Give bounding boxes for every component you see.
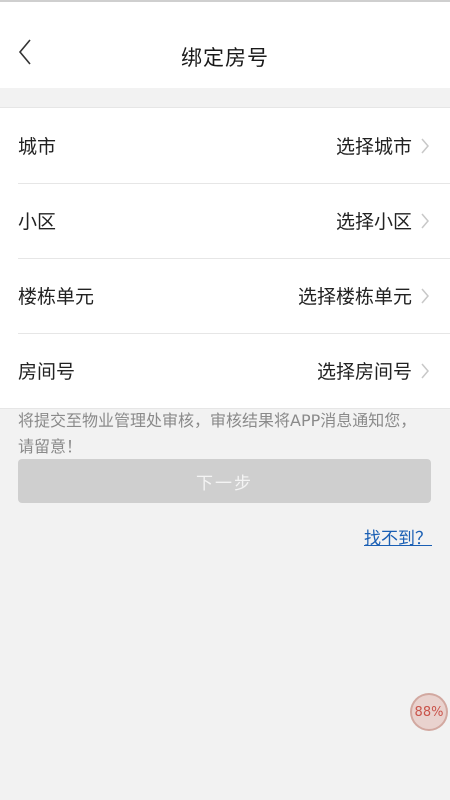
row-city[interactable]: 城市 选择城市 — [0, 108, 450, 183]
row-label: 小区 — [18, 211, 57, 233]
row-community[interactable]: 小区 选择小区 — [0, 183, 450, 258]
not-found-link[interactable]: 找不到？ — [364, 524, 432, 549]
next-step-button[interactable]: 下一步 — [18, 459, 431, 503]
row-value: 选择楼栋单元 — [297, 286, 412, 308]
bind-room-form: 城市 选择城市 小区 选择小区 楼栋单元 选择楼栋单元 房间号 选择房间号 — [0, 107, 450, 409]
row-value: 选择小区 — [335, 211, 412, 233]
chevron-right-icon — [420, 362, 432, 380]
row-room-number[interactable]: 房间号 选择房间号 — [0, 333, 450, 408]
chevron-right-icon — [420, 287, 432, 305]
page-title: 绑定房号 — [181, 46, 269, 70]
floating-percent-badge[interactable]: 88% — [410, 693, 448, 731]
row-label: 房间号 — [18, 361, 76, 383]
row-building-unit[interactable]: 楼栋单元 选择楼栋单元 — [0, 258, 450, 333]
row-value: 选择城市 — [335, 136, 412, 158]
review-notice: 将提交至物业管理处审核，审核结果将APP消息通知您，请留意！ — [18, 411, 417, 456]
row-label: 楼栋单元 — [18, 286, 95, 308]
row-value: 选择房间号 — [316, 361, 412, 383]
row-label: 城市 — [18, 136, 57, 158]
app-header: 绑定房号 — [0, 2, 450, 88]
chevron-right-icon — [420, 137, 432, 155]
chevron-right-icon — [420, 212, 432, 230]
